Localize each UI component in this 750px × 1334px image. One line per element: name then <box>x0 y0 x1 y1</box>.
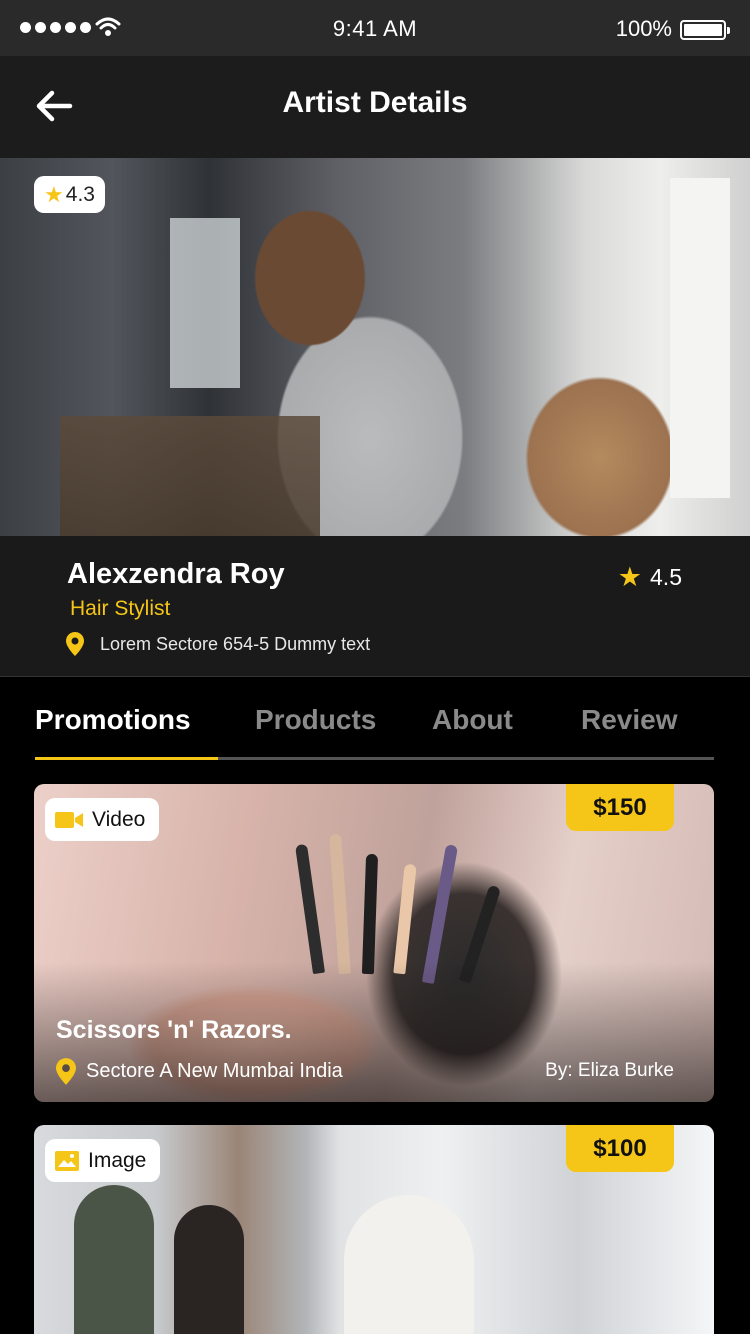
battery-icon <box>680 20 730 40</box>
price-badge: $150 <box>566 784 674 831</box>
status-bar: 9:41 AM 100% <box>0 0 750 56</box>
media-type-label: Video <box>92 807 146 831</box>
star-icon: ★ <box>617 562 643 592</box>
media-type-label: Image <box>88 1148 147 1172</box>
nav-bar: Artist Details <box>0 56 750 158</box>
card-author: By: Eliza Burke <box>545 1060 674 1081</box>
page-title: Artist Details <box>282 86 468 119</box>
artist-location: Lorem Sectore 654-5 Dummy text <box>66 632 370 656</box>
hero-rating-value: 4.3 <box>65 182 95 206</box>
tab-promotions[interactable]: Promotions <box>35 704 191 736</box>
artist-location-text: Lorem Sectore 654-5 Dummy text <box>100 633 371 654</box>
video-camera-icon <box>55 811 83 828</box>
location-pin-icon <box>56 1058 76 1085</box>
card-location: Sectore A New Mumbai India <box>56 1058 343 1085</box>
battery-percentage: 100% <box>615 16 672 41</box>
tab-about[interactable]: About <box>432 704 513 736</box>
media-type-badge: Video <box>45 798 160 841</box>
hero-rating-badge: ★ 4.3 <box>34 176 105 213</box>
artist-rating: ★ 4.5 <box>618 562 682 593</box>
image-icon <box>55 1150 79 1171</box>
card-location-text: Sectore A New Mumbai India <box>86 1060 343 1082</box>
promotion-card[interactable]: Image $100 <box>34 1125 714 1334</box>
media-type-badge: Image <box>45 1139 161 1182</box>
artist-name: Alexzendra Roy <box>67 558 285 590</box>
card-title: Scissors 'n' Razors. <box>56 1016 292 1044</box>
tab-products[interactable]: Products <box>255 704 376 736</box>
artist-hero-image: ★ 4.3 <box>0 158 750 536</box>
tab-bar: Promotions Products About Review <box>35 700 714 760</box>
location-pin-icon <box>66 632 84 656</box>
artist-role: Hair Stylist <box>70 597 171 620</box>
star-icon: ★ <box>44 181 64 207</box>
artist-info: Alexzendra Roy Hair Stylist Lorem Sector… <box>0 536 750 677</box>
promotion-card[interactable]: Video $150 Scissors 'n' Razors. Sectore … <box>34 784 714 1102</box>
tab-review[interactable]: Review <box>581 704 678 736</box>
price-badge: $100 <box>566 1125 674 1172</box>
active-tab-indicator <box>35 757 218 760</box>
artist-rating-value: 4.5 <box>650 564 682 590</box>
